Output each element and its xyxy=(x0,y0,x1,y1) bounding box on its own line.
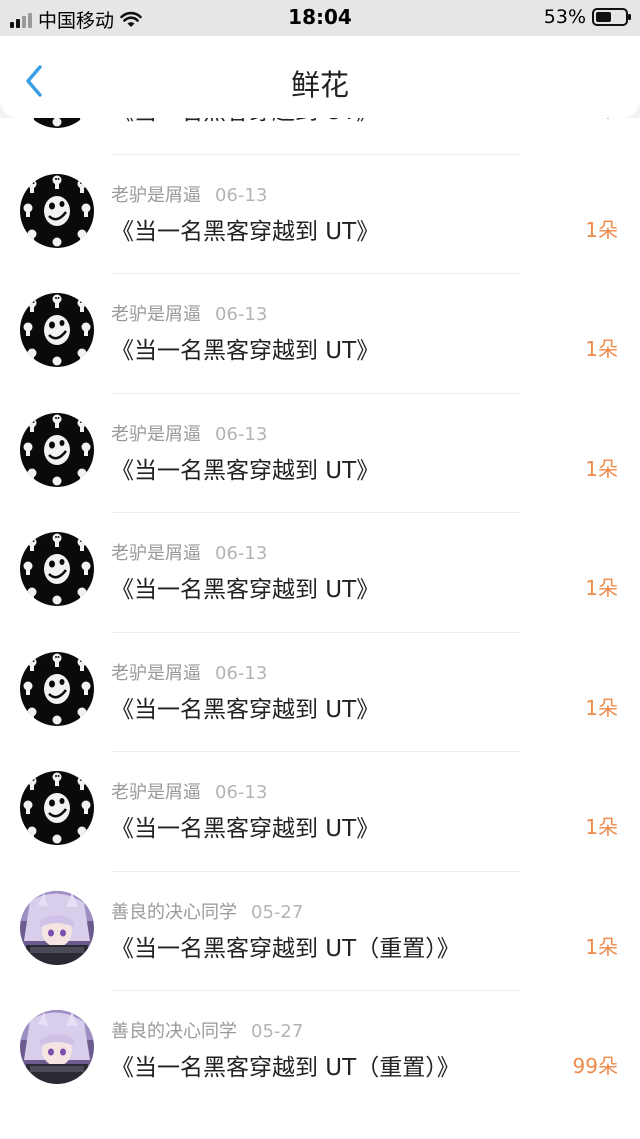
row-divider xyxy=(111,990,521,991)
avatar[interactable] xyxy=(20,651,94,726)
page-title: 鲜花 xyxy=(290,68,349,102)
list-item[interactable]: 善良的决心同学 05-27 《当一名黑客穿越到 UT（重置）》 1朵 xyxy=(0,870,640,990)
user-name[interactable]: 老驴是屑逼 xyxy=(111,185,201,206)
user-name[interactable]: 老驴是屑逼 xyxy=(111,424,201,445)
item-date: 06-13 xyxy=(215,543,268,564)
item-meta: 老驴是屑逼 06-13 xyxy=(111,539,267,565)
book-title[interactable]: 《当一名黑客穿越到 UT》 xyxy=(111,690,379,724)
row-divider xyxy=(111,870,521,872)
item-meta: 善良的决心同学 05-27 xyxy=(111,898,303,924)
battery-fill xyxy=(596,12,611,22)
item-meta: 老驴是屑逼 06-13 xyxy=(111,778,267,804)
flower-list[interactable]: 《当一名黑客穿越到 UT》1朵老驴是屑逼06-13《当一名黑客穿越到 UT》1朵… xyxy=(0,118,640,1139)
list-item[interactable]: 老驴是屑逼 06-13 《当一名黑客穿越到 UT》 1朵 xyxy=(0,392,640,512)
item-meta: 老驴是屑逼 06-13 xyxy=(111,659,267,685)
user-name[interactable]: 老驴是屑逼 xyxy=(111,543,201,564)
item-date: 06-13 xyxy=(215,782,268,803)
flower-count: 1朵 xyxy=(585,337,618,361)
list-item[interactable]: 老驴是屑逼 06-13 《当一名黑客穿越到 UT》 1朵 xyxy=(0,153,640,273)
row-divider xyxy=(111,153,521,155)
list-item[interactable]: 《当一名黑客穿越到 UT》 1朵 xyxy=(0,118,640,153)
book-title[interactable]: 《当一名黑客穿越到 UT（重置）》 xyxy=(111,929,460,963)
status-right: 53% xyxy=(543,6,631,28)
book-title[interactable]: 《当一名黑客穿越到 UT》 xyxy=(111,118,379,126)
flower-count: 1朵 xyxy=(585,456,618,481)
user-name[interactable]: 老驴是屑逼 xyxy=(111,304,201,325)
battery-icon xyxy=(592,8,631,26)
battery-percent: 53% xyxy=(543,6,586,28)
item-meta: 老驴是屑逼 06-13 xyxy=(111,420,267,446)
avatar[interactable] xyxy=(20,532,94,606)
status-bar: 中国移动 18:04 53% xyxy=(0,0,640,36)
list-item[interactable]: 老驴是屑逼 06-13 《当一名黑客穿越到 UT》 1朵 xyxy=(0,512,640,631)
flower-count: 1朵 xyxy=(585,118,618,123)
list-item[interactable]: 老驴是屑逼 06-13 《当一名黑客穿越到 UT》 1朵 xyxy=(0,273,640,392)
row-divider xyxy=(111,751,521,752)
user-name[interactable]: 善良的决心同学 xyxy=(111,902,237,923)
item-meta: 善良的决心同学 05-27 xyxy=(111,1017,303,1043)
flower-count: 99朵 xyxy=(572,1054,618,1078)
avatar[interactable] xyxy=(20,118,94,128)
avatar[interactable] xyxy=(20,1010,94,1084)
flower-count: 1朵 xyxy=(585,934,618,959)
avatar[interactable] xyxy=(20,412,94,487)
flower-count: 1朵 xyxy=(585,217,618,242)
list-item[interactable]: 老驴是屑逼 06-13 《当一名黑客穿越到 UT》 1朵 xyxy=(0,631,640,751)
row-divider xyxy=(111,273,521,274)
item-date: 06-13 xyxy=(215,304,268,325)
item-date: 05-27 xyxy=(251,1021,304,1042)
flower-count: 1朵 xyxy=(585,815,618,839)
book-title[interactable]: 《当一名黑客穿越到 UT》 xyxy=(111,451,379,485)
user-name[interactable]: 善良的决心同学 xyxy=(111,1021,237,1042)
item-date: 06-13 xyxy=(215,662,268,684)
book-title[interactable]: 《当一名黑客穿越到 UT（重置）》 xyxy=(111,1048,460,1082)
avatar[interactable] xyxy=(20,173,94,248)
book-title[interactable]: 《当一名黑客穿越到 UT》 xyxy=(111,570,379,604)
item-meta: 老驴是屑逼 06-13 xyxy=(111,300,267,326)
row-divider xyxy=(111,512,521,513)
nav-bar: 鲜花 xyxy=(0,36,640,118)
user-name[interactable]: 老驴是屑逼 xyxy=(111,782,201,803)
item-date: 06-13 xyxy=(215,423,268,445)
row-divider xyxy=(111,392,521,394)
list-item[interactable]: 老驴是屑逼 06-13 《当一名黑客穿越到 UT》 1朵 xyxy=(0,751,640,870)
avatar[interactable] xyxy=(20,293,94,367)
flower-count: 1朵 xyxy=(585,576,618,600)
item-date: 05-27 xyxy=(251,901,304,923)
avatar[interactable] xyxy=(20,890,94,965)
list-item[interactable]: 善良的决心同学 05-27 《当一名黑客穿越到 UT（重置）》 99朵 xyxy=(0,990,640,1109)
item-meta: 老驴是屑逼 06-13 xyxy=(111,181,267,207)
book-title[interactable]: 《当一名黑客穿越到 UT》 xyxy=(111,331,379,365)
book-title[interactable]: 《当一名黑客穿越到 UT》 xyxy=(111,809,379,843)
row-divider xyxy=(111,631,521,633)
user-name[interactable]: 老驴是屑逼 xyxy=(111,663,201,684)
flower-count: 1朵 xyxy=(585,695,618,720)
book-title[interactable]: 《当一名黑客穿越到 UT》 xyxy=(111,212,379,246)
avatar[interactable] xyxy=(20,771,94,845)
item-date: 06-13 xyxy=(215,184,268,206)
